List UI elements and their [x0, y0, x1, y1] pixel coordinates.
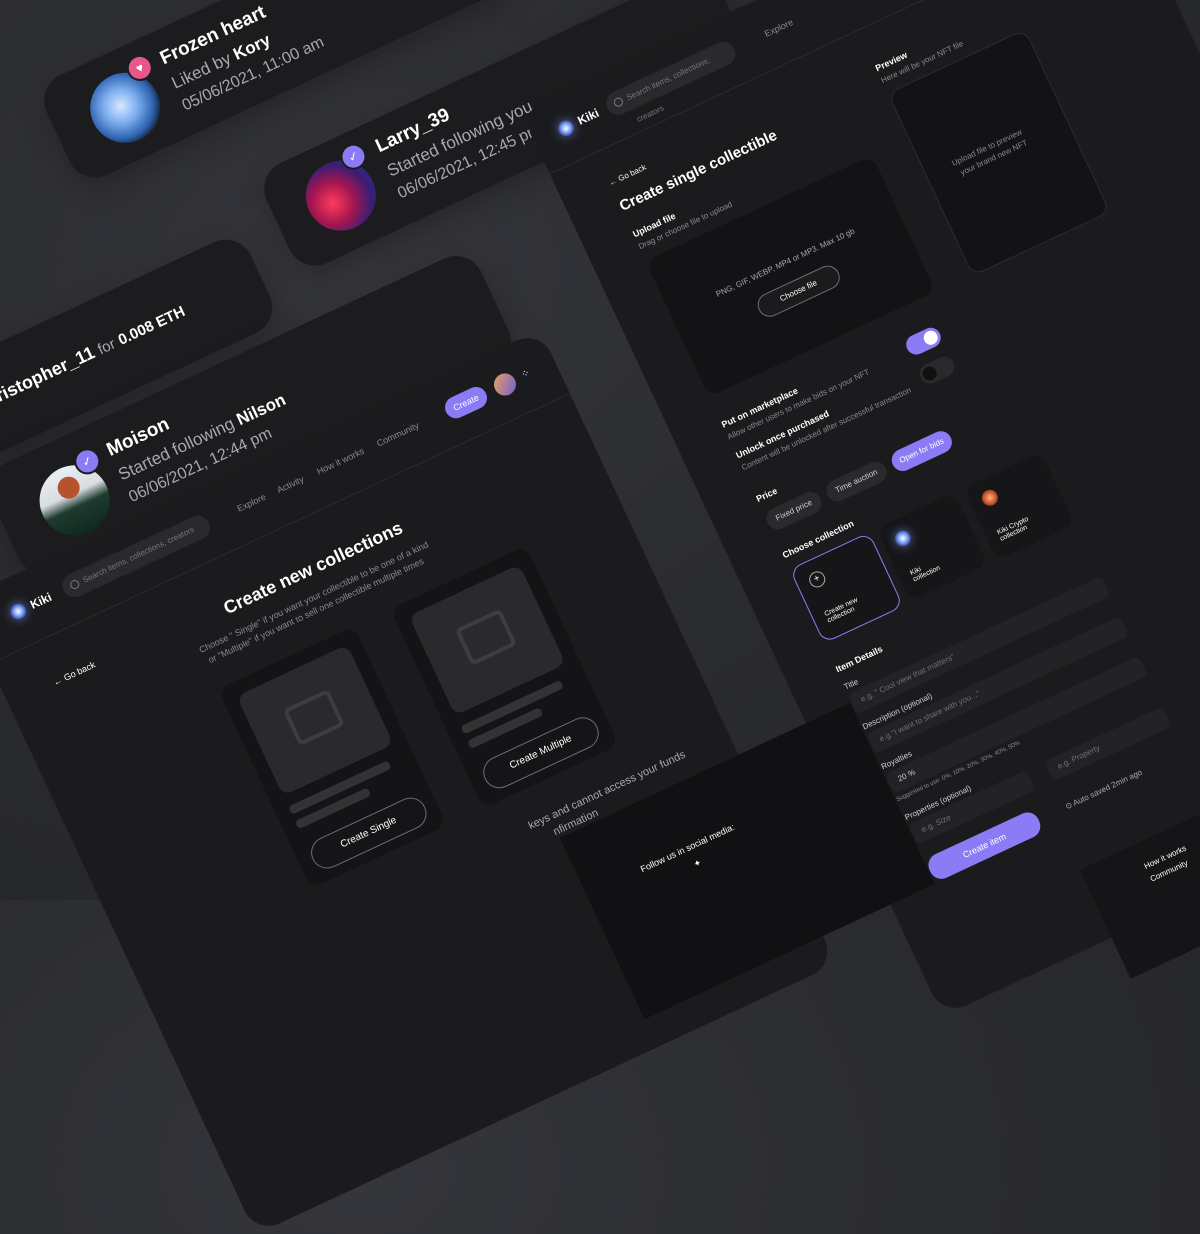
avatar: [78, 61, 172, 155]
brand-name: Kiki: [575, 105, 602, 128]
search-icon: [68, 578, 81, 591]
nav-explore[interactable]: Explore: [763, 17, 795, 39]
toggle-knob: [920, 364, 940, 383]
image-icon: [454, 608, 518, 666]
nav-activity[interactable]: Activity: [275, 474, 305, 495]
nav-community[interactable]: Community: [375, 420, 420, 448]
go-back-link[interactable]: ← Go back: [608, 163, 648, 188]
nav-explore[interactable]: Explore: [236, 492, 268, 514]
create-multiple-button[interactable]: Create Multiple: [478, 712, 604, 794]
collection-logo-icon: [892, 527, 914, 549]
unlock-toggle[interactable]: [916, 353, 958, 387]
create-single-button[interactable]: Create Single: [305, 792, 432, 874]
nav-how-it-works[interactable]: How it works: [315, 446, 365, 477]
collection-logo-icon: [979, 487, 1001, 509]
plus-icon: +: [806, 568, 828, 591]
upload-dropzone[interactable]: PNG, GIF, WEBP, MP4 or MP3. Max 10 gb Ch…: [645, 155, 936, 398]
collection-name: Create new collection: [823, 596, 859, 625]
image-icon: [282, 688, 345, 747]
property-input[interactable]: e.g. Property: [1044, 706, 1172, 782]
kiki-crypto-collection-card[interactable]: Kiki Crypto collection: [963, 451, 1076, 561]
create-button[interactable]: Create: [441, 383, 491, 422]
grid-menu-icon[interactable]: ⁘: [520, 367, 532, 381]
marketplace-toggle[interactable]: [902, 324, 945, 358]
price-open-bids-option[interactable]: Open for bids: [888, 427, 956, 475]
search-icon: [612, 96, 625, 109]
logo-icon: [555, 117, 577, 139]
brand-name: Kiki: [28, 589, 54, 612]
twitter-icon[interactable]: ✦: [692, 857, 703, 870]
price-auction-option[interactable]: Time auction: [822, 458, 891, 506]
collection-name: Kiki collection: [909, 564, 942, 584]
multiple-option-card[interactable]: Create Multiple: [390, 545, 620, 809]
footer-social-label: Follow us in social media:: [638, 821, 737, 875]
price-label: Price: [754, 485, 779, 504]
avatar[interactable]: [490, 369, 520, 400]
toggle-knob: [921, 328, 941, 348]
collection-name: Kiki Crypto collection: [996, 515, 1030, 543]
logo-icon: [7, 600, 29, 623]
avatar: [294, 149, 388, 243]
autosave-status: ⊙ Auto saved 2min ago: [1063, 767, 1144, 812]
single-option-card[interactable]: Create Single: [217, 625, 447, 889]
go-back-link[interactable]: ← Go back: [52, 660, 97, 688]
item-details-label: Item Details: [834, 643, 885, 675]
